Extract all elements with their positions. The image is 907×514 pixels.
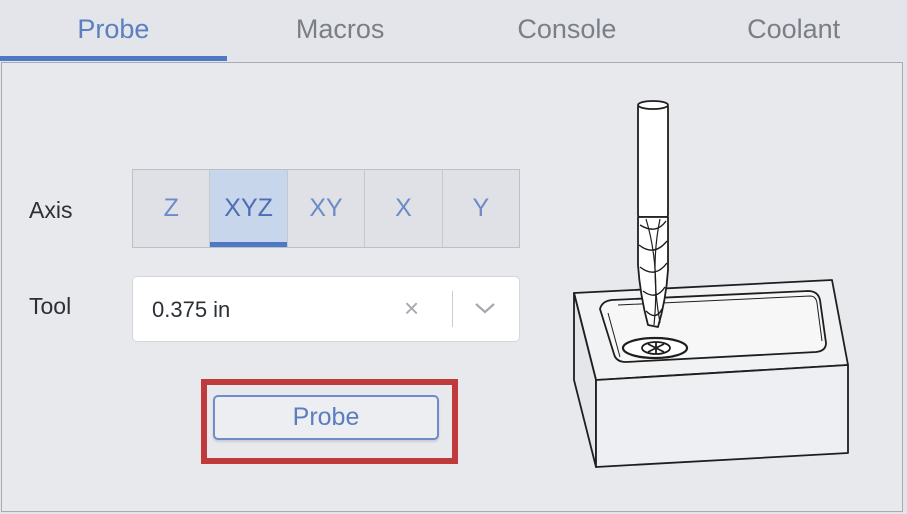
tool-select[interactable]: 0.375 in	[132, 276, 520, 342]
tab-probe[interactable]: Probe	[0, 0, 227, 62]
tool-select-value: 0.375 in	[152, 297, 231, 322]
endmill-touch-plate-illustration	[560, 95, 860, 480]
clear-icon[interactable]: ×	[404, 295, 419, 321]
axis-option-xyz[interactable]: XYZ	[210, 170, 288, 247]
select-divider	[452, 291, 453, 327]
tab-probe-label: Probe	[77, 13, 150, 44]
axis-selector: Z XYZ XY X Y	[132, 169, 520, 248]
tab-coolant[interactable]: Coolant	[680, 0, 907, 62]
axis-label: Axis	[29, 197, 73, 223]
axis-option-y[interactable]: Y	[443, 170, 519, 247]
tab-bar: Probe Macros Console Coolant	[0, 0, 907, 62]
probe-button[interactable]: Probe	[213, 395, 439, 440]
tab-console-label: Console	[517, 13, 617, 44]
tool-label: Tool	[29, 293, 72, 319]
axis-option-x[interactable]: X	[365, 170, 443, 247]
axis-option-xy[interactable]: XY	[288, 170, 366, 247]
tab-macros[interactable]: Macros	[227, 0, 454, 62]
tab-macros-label: Macros	[295, 13, 385, 44]
tab-console[interactable]: Console	[454, 0, 681, 62]
axis-option-z[interactable]: Z	[133, 170, 211, 247]
tab-coolant-label: Coolant	[747, 13, 841, 44]
chevron-down-icon[interactable]	[473, 298, 497, 318]
